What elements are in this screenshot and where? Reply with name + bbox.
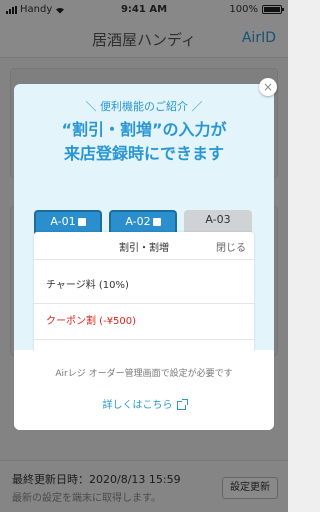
tab-a03: A-03 bbox=[184, 210, 252, 234]
tab-label: A-01 bbox=[50, 215, 76, 228]
close-icon[interactable]: × bbox=[259, 78, 277, 96]
tab-a02: A-02 bbox=[109, 210, 177, 234]
headline-line-2: 来店登録時にできます bbox=[63, 144, 224, 163]
tab-label: A-02 bbox=[125, 215, 151, 228]
tab-label: A-03 bbox=[205, 213, 231, 226]
edit-icon bbox=[152, 218, 161, 226]
feature-intro-modal: ＼ 便利機能のご紹介 ／ “割引・割増”の入力が 来店登録時にできます A-01… bbox=[14, 84, 274, 430]
modal-headline: “割引・割増”の入力が 来店登録時にできます bbox=[14, 118, 274, 166]
setup-note: Airレジ オーダー管理画面で設定が必要です bbox=[55, 369, 233, 379]
discount-panel-illustration: 割引・割増 閉じる チャージ料 (10%) クーポン割 (-¥500) bbox=[34, 232, 254, 354]
list-item: クーポン割 (-¥500) bbox=[34, 304, 254, 340]
edit-icon bbox=[77, 218, 86, 226]
modal-footer: Airレジ オーダー管理画面で設定が必要です 詳しくはこちら bbox=[14, 350, 274, 430]
details-link-label[interactable]: 詳しくはこちら bbox=[103, 400, 173, 411]
modal-intro: ＼ 便利機能のご紹介 ／ bbox=[85, 100, 203, 113]
details-link[interactable]: 詳しくはこちら bbox=[14, 396, 274, 411]
list-item: チャージ料 (10%) bbox=[34, 268, 254, 304]
tab-a01: A-01 bbox=[34, 210, 102, 234]
panel-header: 割引・割増 閉じる bbox=[34, 232, 254, 260]
headline-line-1: “割引・割増”の入力が bbox=[61, 120, 227, 139]
external-link-icon[interactable] bbox=[176, 398, 188, 410]
panel-close-label: 閉じる bbox=[216, 243, 246, 254]
